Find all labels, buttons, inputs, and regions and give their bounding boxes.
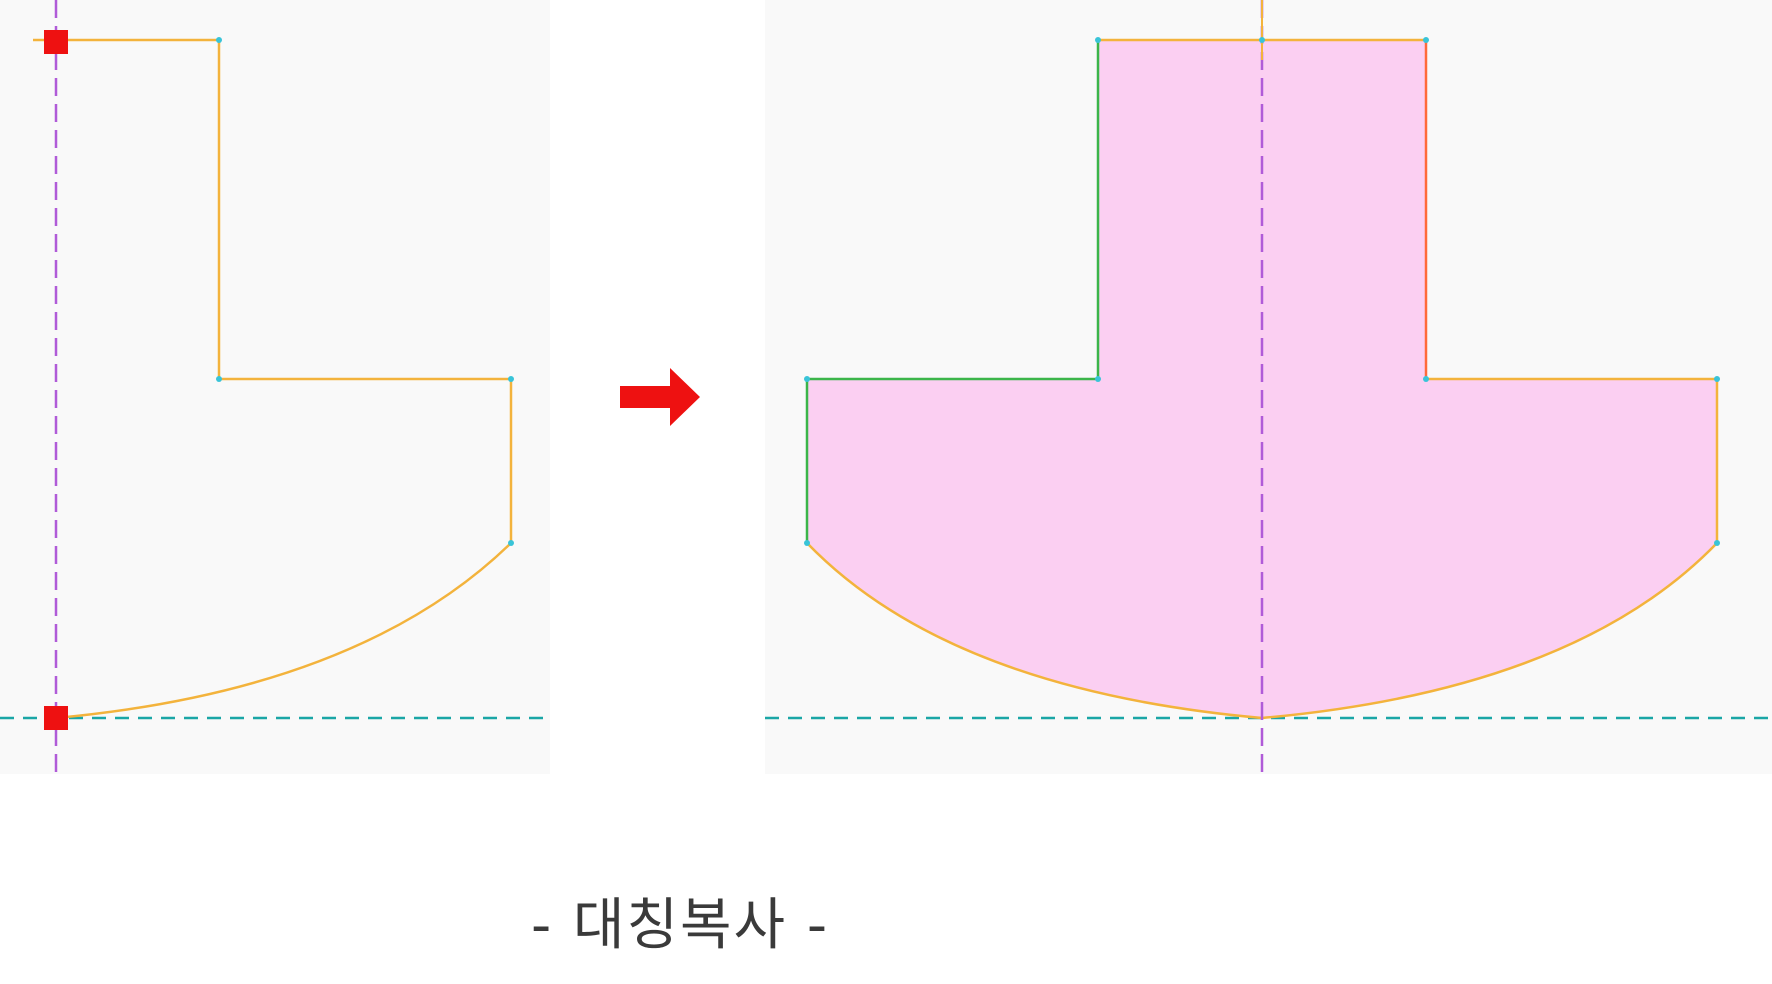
after-drawing: [765, 0, 1772, 774]
half-profile[interactable]: [33, 38, 513, 720]
before-drawing: [0, 0, 550, 774]
selection-marker-icon[interactable]: [44, 30, 68, 54]
before-panel: [0, 0, 550, 774]
selection-marker-icon[interactable]: [44, 706, 68, 730]
vertex-points: [216, 37, 514, 546]
after-panel: [765, 0, 1772, 774]
right-arrow-icon: [620, 368, 700, 426]
caption: - 대칭복사 -: [530, 893, 830, 958]
